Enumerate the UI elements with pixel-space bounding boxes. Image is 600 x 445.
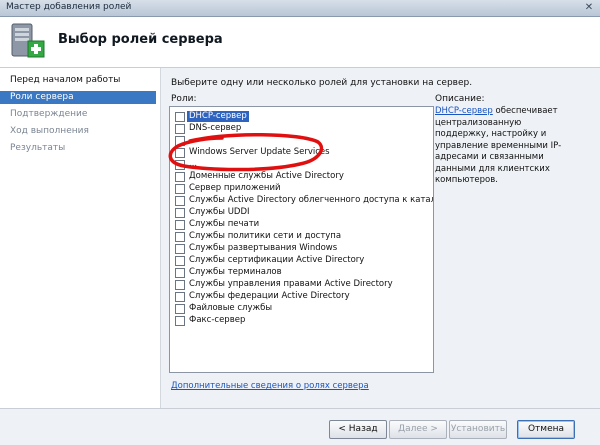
role-label: Службы сертификации Active Directory — [189, 255, 365, 265]
role-row-file[interactable]: Файловые службы — [175, 303, 433, 315]
role-label: Windows Server Update Services — [189, 147, 330, 157]
role-row-dns[interactable]: DNS-сервер — [175, 123, 433, 135]
button-bar: < Назад Далее > Установить Отмена — [0, 408, 600, 445]
role-label: ... — [189, 135, 198, 145]
step-results: Результаты — [10, 143, 66, 153]
role-label: Службы терминалов — [189, 267, 282, 277]
role-label: Доменные службы Active Directory — [189, 171, 344, 181]
role-label: Службы UDDI — [189, 207, 250, 217]
server-add-icon — [11, 23, 45, 58]
close-icon[interactable]: ✕ — [582, 1, 596, 14]
role-label: DHCP-сервер — [187, 111, 249, 122]
step-before-you-begin[interactable]: Перед началом работы — [0, 74, 156, 87]
role-row-adcs[interactable]: Службы сертификации Active Directory — [175, 255, 433, 267]
role-checkbox[interactable] — [175, 244, 185, 254]
roles-label: Роли: — [171, 94, 197, 104]
description-link[interactable]: DHCP-сервер — [435, 106, 493, 116]
role-checkbox[interactable] — [175, 268, 185, 278]
role-row-print[interactable]: Службы печати — [175, 219, 433, 231]
step-server-roles[interactable]: Роли сервера — [0, 91, 156, 104]
page-title: Выбор ролей сервера — [58, 32, 223, 47]
description-body: обеспечивает централизованную поддержку,… — [435, 106, 562, 185]
role-label: Службы печати — [189, 219, 260, 229]
role-row-wds[interactable]: Службы развертывания Windows — [175, 243, 433, 255]
role-label: Файловые службы — [189, 303, 273, 313]
role-row-obscured-2[interactable]: ... — [175, 159, 433, 171]
role-label: Сервер приложений — [189, 183, 281, 193]
role-row-adrms[interactable]: Службы управления правами Active Directo… — [175, 279, 433, 291]
instruction-text: Выберите одну или несколько ролей для ус… — [171, 78, 473, 88]
role-row-adfs[interactable]: Службы федерации Active Directory — [175, 291, 433, 303]
role-checkbox[interactable] — [175, 196, 185, 206]
role-row-fax[interactable]: Факс-сервер — [175, 315, 433, 327]
role-checkbox[interactable] — [175, 220, 185, 230]
role-label: Службы федерации Active Directory — [189, 291, 350, 301]
role-row-uddi[interactable]: Службы UDDI — [175, 207, 433, 219]
role-checkbox[interactable] — [175, 256, 185, 266]
role-label: ... — [189, 159, 198, 169]
description-label: Описание: — [435, 94, 485, 104]
role-row-terminal[interactable]: Службы терминалов — [175, 267, 433, 279]
role-checkbox[interactable] — [175, 124, 185, 134]
wizard-header: Выбор ролей сервера — [0, 17, 600, 68]
main-panel: Выберите одну или несколько ролей для ус… — [160, 68, 600, 408]
role-checkbox[interactable] — [175, 316, 185, 326]
role-row-nps[interactable]: Службы политики сети и доступа — [175, 231, 433, 243]
role-checkbox[interactable] — [175, 208, 185, 218]
role-checkbox[interactable] — [175, 304, 185, 314]
role-checkbox[interactable] — [175, 232, 185, 242]
role-row-app-server[interactable]: Сервер приложений — [175, 183, 433, 195]
role-label: Службы управления правами Active Directo… — [189, 279, 393, 289]
role-checkbox[interactable] — [175, 280, 185, 290]
step-confirmation: Подтверждение — [10, 109, 88, 119]
role-checkbox[interactable] — [175, 172, 185, 182]
wizard-steps: Перед началом работы Роли сервера Подтве… — [0, 68, 160, 408]
roles-list[interactable]: DHCP-сервер DNS-сервер ... Windows Serve… — [169, 106, 434, 373]
more-info-link[interactable]: Дополнительные сведения о ролях сервера — [171, 381, 369, 391]
role-label: Службы политики сети и доступа — [189, 231, 342, 241]
role-row-obscured-1[interactable]: ... — [175, 135, 433, 147]
role-checkbox[interactable] — [175, 292, 185, 302]
role-checkbox[interactable] — [175, 148, 185, 158]
role-label: Службы развертывания Windows — [189, 243, 338, 253]
role-row-adlds[interactable]: Службы Active Directory облегченного дос… — [175, 195, 433, 207]
title-bar: Мастер добавления ролей ✕ — [0, 0, 600, 17]
role-checkbox[interactable] — [175, 136, 185, 146]
description-text: DHCP-сервер обеспечивает централизованну… — [435, 106, 570, 187]
back-button[interactable]: < Назад — [329, 420, 387, 439]
role-row-dhcp[interactable]: DHCP-сервер — [175, 111, 433, 123]
role-label: Факс-сервер — [189, 315, 246, 325]
window-title: Мастер добавления ролей — [6, 2, 132, 12]
role-label: Службы Active Directory облегченного дос… — [189, 195, 434, 205]
role-row-wsus[interactable]: Windows Server Update Services — [175, 147, 433, 159]
role-checkbox[interactable] — [175, 160, 185, 170]
role-checkbox[interactable] — [175, 112, 185, 122]
cancel-button[interactable]: Отмена — [517, 420, 575, 439]
next-button[interactable]: Далее > — [389, 420, 447, 439]
role-row-adds[interactable]: Доменные службы Active Directory — [175, 171, 433, 183]
role-label: DNS-сервер — [189, 123, 242, 133]
role-checkbox[interactable] — [175, 184, 185, 194]
step-progress: Ход выполнения — [10, 126, 89, 136]
install-button[interactable]: Установить — [449, 420, 507, 439]
